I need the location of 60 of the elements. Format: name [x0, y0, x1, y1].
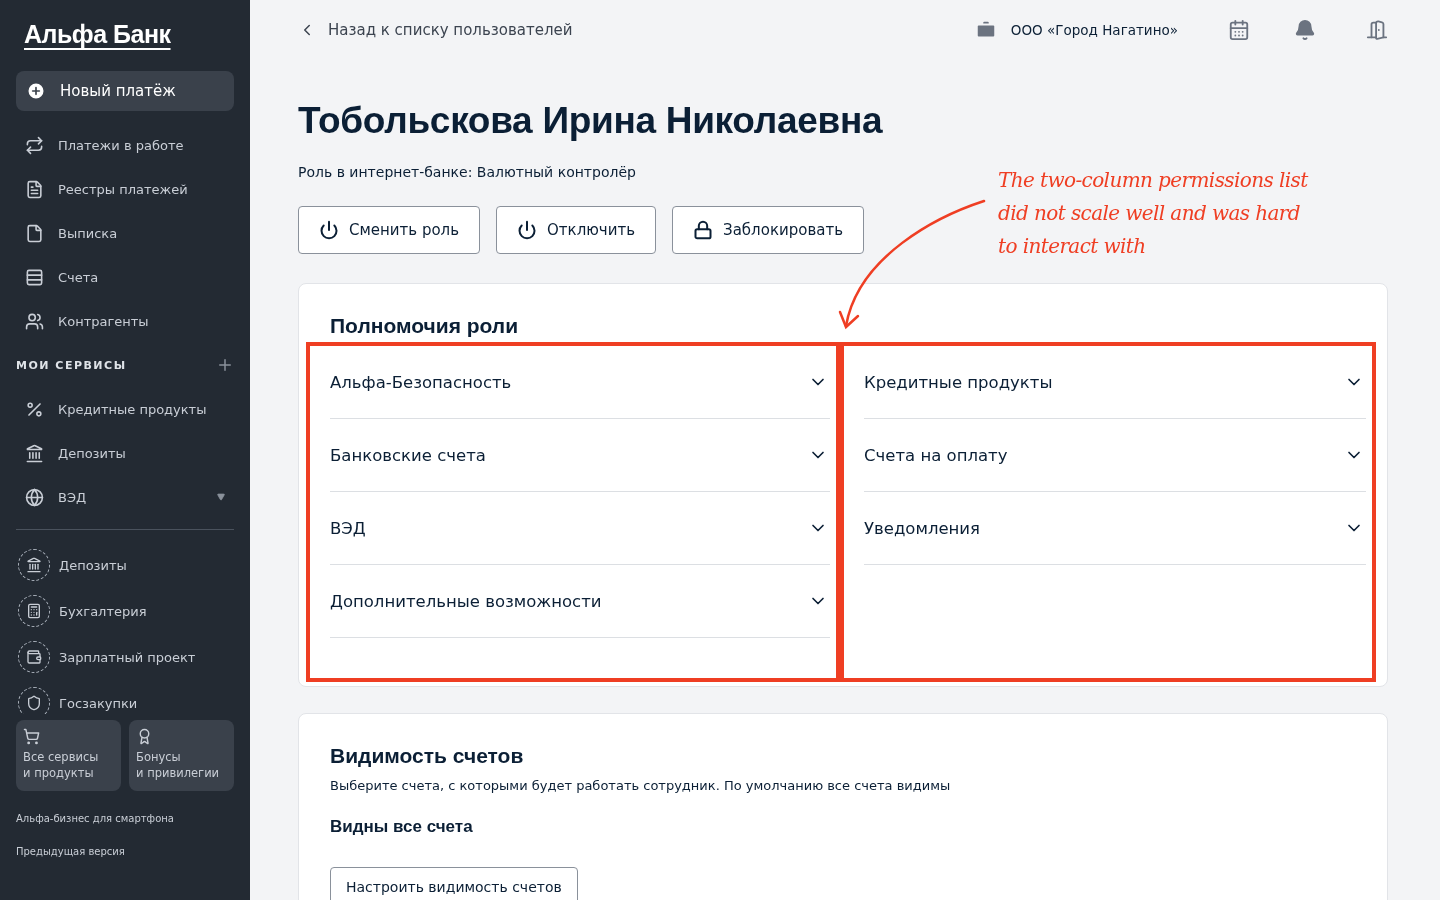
- nav-item[interactable]: Выписка: [16, 211, 234, 255]
- action-button[interactable]: Сменить роль: [298, 206, 481, 254]
- annotation-note: The two-column permissions list did not scale well and was hard to interact with: [998, 167, 1308, 260]
- nav-item[interactable]: Реестры платежей: [16, 167, 234, 211]
- power-icon: [319, 220, 339, 240]
- nav-item[interactable]: Платежи в работе: [16, 123, 234, 167]
- visibility-status: Видны все счета: [330, 817, 474, 837]
- company-name[interactable]: ООО «Город Нагатино»: [1010, 22, 1178, 38]
- calendar-icon[interactable]: [1228, 19, 1250, 41]
- action-button[interactable]: Заблокировать: [672, 206, 864, 254]
- nav-icon: [25, 179, 44, 199]
- service-icon: [25, 399, 44, 419]
- briefcase-icon: [974, 19, 997, 41]
- nav-item[interactable]: Счета: [16, 255, 234, 299]
- suggested-service[interactable]: Зарплатный проект: [16, 634, 234, 680]
- suggested-service[interactable]: Бухгалтерия: [16, 588, 234, 634]
- footer-link[interactable]: Предыдущая версия: [16, 846, 234, 857]
- nav-icon: [25, 267, 44, 287]
- add-icon[interactable]: [216, 356, 234, 374]
- configure-button[interactable]: Настроить видимость счетов: [330, 867, 578, 900]
- nav-item[interactable]: Депозиты: [16, 431, 234, 475]
- service-tile[interactable]: Все сервисы и продукты: [16, 720, 121, 791]
- tile-label: Бонусы и привилегии: [136, 749, 221, 781]
- power-icon: [517, 220, 538, 240]
- footer-link[interactable]: Альфа-бизнес для смартфона: [16, 813, 234, 824]
- door-icon[interactable]: [1366, 19, 1388, 41]
- permission-row[interactable]: Уведомления: [864, 492, 1366, 565]
- card-title: Полномочия роли: [330, 314, 520, 339]
- service-tile[interactable]: Бонусы и привилегии: [129, 720, 234, 791]
- card-description: Выберите счета, с которыми будет работать сотрудник. По умолчанию все счета видимы: [330, 778, 952, 793]
- lock-icon: [693, 220, 714, 240]
- logo: Альфа Банк: [23, 20, 172, 49]
- user-role: Роль в интернет-банке: Валютный контролёр: [298, 164, 636, 180]
- permission-row[interactable]: ВЭД: [330, 492, 830, 565]
- service-icon: [25, 487, 44, 507]
- nav-item[interactable]: Контрагенты: [16, 299, 234, 343]
- permission-row[interactable]: Банковские счета: [330, 419, 830, 492]
- section-title: МОИ СЕРВИСЫ: [16, 358, 127, 372]
- plus-icon: [26, 81, 46, 101]
- nav-icon: [25, 311, 44, 331]
- tile-icon: [23, 728, 40, 745]
- service-icon: [25, 443, 44, 463]
- permission-row[interactable]: Счета на оплату: [864, 419, 1366, 492]
- card-title: Видимость счетов: [330, 744, 525, 768]
- back-link[interactable]: Назад к списку пользователей: [298, 21, 573, 39]
- nav-icon: [25, 135, 44, 155]
- new-payment-button[interactable]: Новый платёж: [16, 71, 234, 111]
- user-name: Тобольскова Ирина Николаевна: [298, 100, 884, 142]
- permission-row[interactable]: Альфа-Безопасность: [330, 346, 830, 419]
- bell-icon[interactable]: [1294, 19, 1316, 41]
- permission-row[interactable]: Дополнительные возможности: [330, 565, 830, 638]
- caret-icon: [217, 493, 225, 501]
- nav-item[interactable]: ВЭД: [16, 475, 234, 519]
- permission-row[interactable]: Кредитные продукты: [864, 346, 1366, 419]
- suggested-service[interactable]: Госзакупки: [16, 680, 234, 714]
- nav-icon: [25, 223, 44, 243]
- suggested-service[interactable]: Депозиты: [16, 542, 234, 588]
- action-button[interactable]: Отключить: [496, 206, 657, 254]
- nav-item[interactable]: Кредитные продукты: [16, 387, 234, 431]
- tile-label: Все сервисы и продукты: [23, 749, 100, 781]
